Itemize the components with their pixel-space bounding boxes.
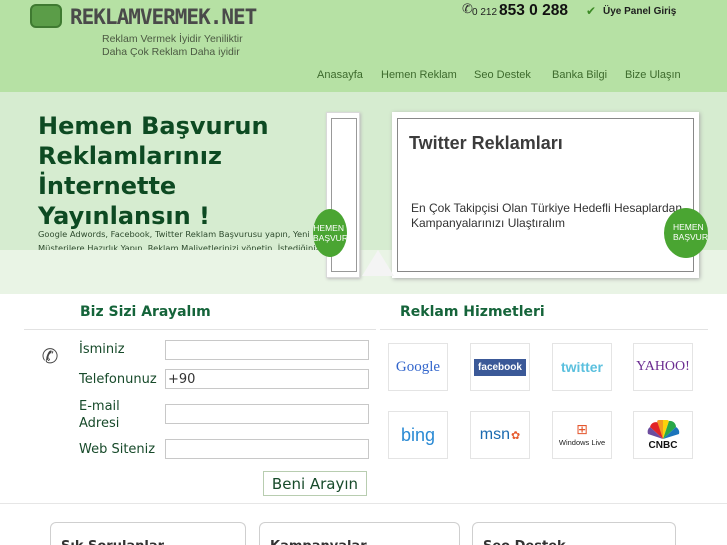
slide-previous[interactable]: HEMEN BAŞVUR xyxy=(313,112,360,278)
cnbc-logo[interactable]: CNBC xyxy=(633,411,693,459)
website-label: Web Siteniz xyxy=(79,442,156,457)
twitter-label: twitter xyxy=(561,359,603,375)
member-login-link[interactable]: Üye Panel Giriş xyxy=(603,6,676,17)
facebook-logo[interactable]: facebook xyxy=(470,343,530,391)
tagline-1: Reklam Vermek İyidir Yeniliktir xyxy=(102,33,243,45)
hero-title: Hemen Başvurun Reklamlarınız İnternette … xyxy=(38,112,269,230)
phone-prefix: 0 212 xyxy=(472,7,498,18)
apply-now-badge[interactable]: HEMEN BAŞVUR xyxy=(664,208,708,258)
slide-pointer-arrow xyxy=(362,250,394,276)
site-logo[interactable]: REKLAMVERMEK.NET xyxy=(70,5,257,29)
slide-current-frame: Twitter Reklamları En Çok Takipçisi Olan… xyxy=(397,118,694,272)
phone-input[interactable] xyxy=(165,369,369,389)
email-label: E-mail Adresi xyxy=(79,399,120,431)
site-header: REKLAMVERMEK.NET Reklam Vermek İyidir Ye… xyxy=(0,0,727,92)
twitter-logo[interactable]: twitter xyxy=(552,343,612,391)
call-me-button[interactable]: Beni Arayın xyxy=(263,471,367,496)
logo-icon[interactable] xyxy=(30,4,62,28)
services-title: Reklam Hizmetleri xyxy=(400,304,545,320)
msn-label: msn xyxy=(479,426,510,443)
name-input[interactable] xyxy=(165,340,369,360)
nav-item-home[interactable]: Anasayfa xyxy=(317,69,363,81)
nav-item-contact[interactable]: Bize Ulaşın xyxy=(625,69,681,81)
phone-number[interactable]: 853 0 288 xyxy=(499,2,568,20)
checkmark-icon: ✔ xyxy=(586,4,597,18)
bing-logo[interactable]: bing xyxy=(388,411,448,459)
faq-card[interactable]: Sık Sorulanlar xyxy=(50,522,246,545)
windows-live-logo[interactable]: ⊞ Windows Live xyxy=(552,411,612,459)
callback-title: Biz Sizi Arayalım xyxy=(80,304,211,320)
main-nav: Anasayfa Hemen Reklam Seo Destek Banka B… xyxy=(0,69,727,85)
email-input[interactable] xyxy=(165,404,369,424)
footer-divider xyxy=(0,503,727,504)
yahoo-label: YAHOO! xyxy=(636,359,690,374)
cnbc-peacock-icon xyxy=(647,419,680,439)
slide-title: Twitter Reklamları xyxy=(409,133,563,153)
windows-live-label: Windows Live xyxy=(558,438,606,447)
website-input[interactable] xyxy=(165,439,369,459)
campaigns-card[interactable]: Kampanyalar xyxy=(259,522,460,545)
cnbc-label: CNBC xyxy=(648,439,678,451)
slide-previous-apply-badge[interactable]: HEMEN BAŞVUR xyxy=(313,209,347,257)
bing-label: bing xyxy=(400,424,436,445)
nav-item-seo[interactable]: Seo Destek xyxy=(474,69,531,81)
tagline-2: Daha Çok Reklam Daha iyidir xyxy=(102,46,240,58)
nav-item-advertise[interactable]: Hemen Reklam xyxy=(381,69,457,81)
slide-text: En Çok Takipçisi Olan Türkiye Hedefli He… xyxy=(411,201,683,230)
callback-divider xyxy=(24,329,376,330)
name-label: İsminiz xyxy=(79,342,125,357)
windows-flag-icon: ⊞ xyxy=(576,422,588,438)
yahoo-logo[interactable]: YAHOO! xyxy=(633,343,693,391)
call-icon: ✆ xyxy=(41,344,59,368)
slide-current[interactable]: Twitter Reklamları En Çok Takipçisi Olan… xyxy=(392,112,708,278)
google-logo[interactable]: Google xyxy=(388,343,448,391)
nav-item-bank[interactable]: Banka Bilgi xyxy=(552,69,607,81)
services-divider xyxy=(380,329,708,330)
msn-logo[interactable]: msn ✿ xyxy=(470,411,530,459)
facebook-label: facebook xyxy=(474,358,526,376)
phone-label: Telefonunuz xyxy=(79,372,157,387)
google-label: Google xyxy=(395,358,441,375)
msn-butterfly-icon: ✿ xyxy=(511,428,521,442)
seo-support-card[interactable]: Seo Destek xyxy=(472,522,676,545)
